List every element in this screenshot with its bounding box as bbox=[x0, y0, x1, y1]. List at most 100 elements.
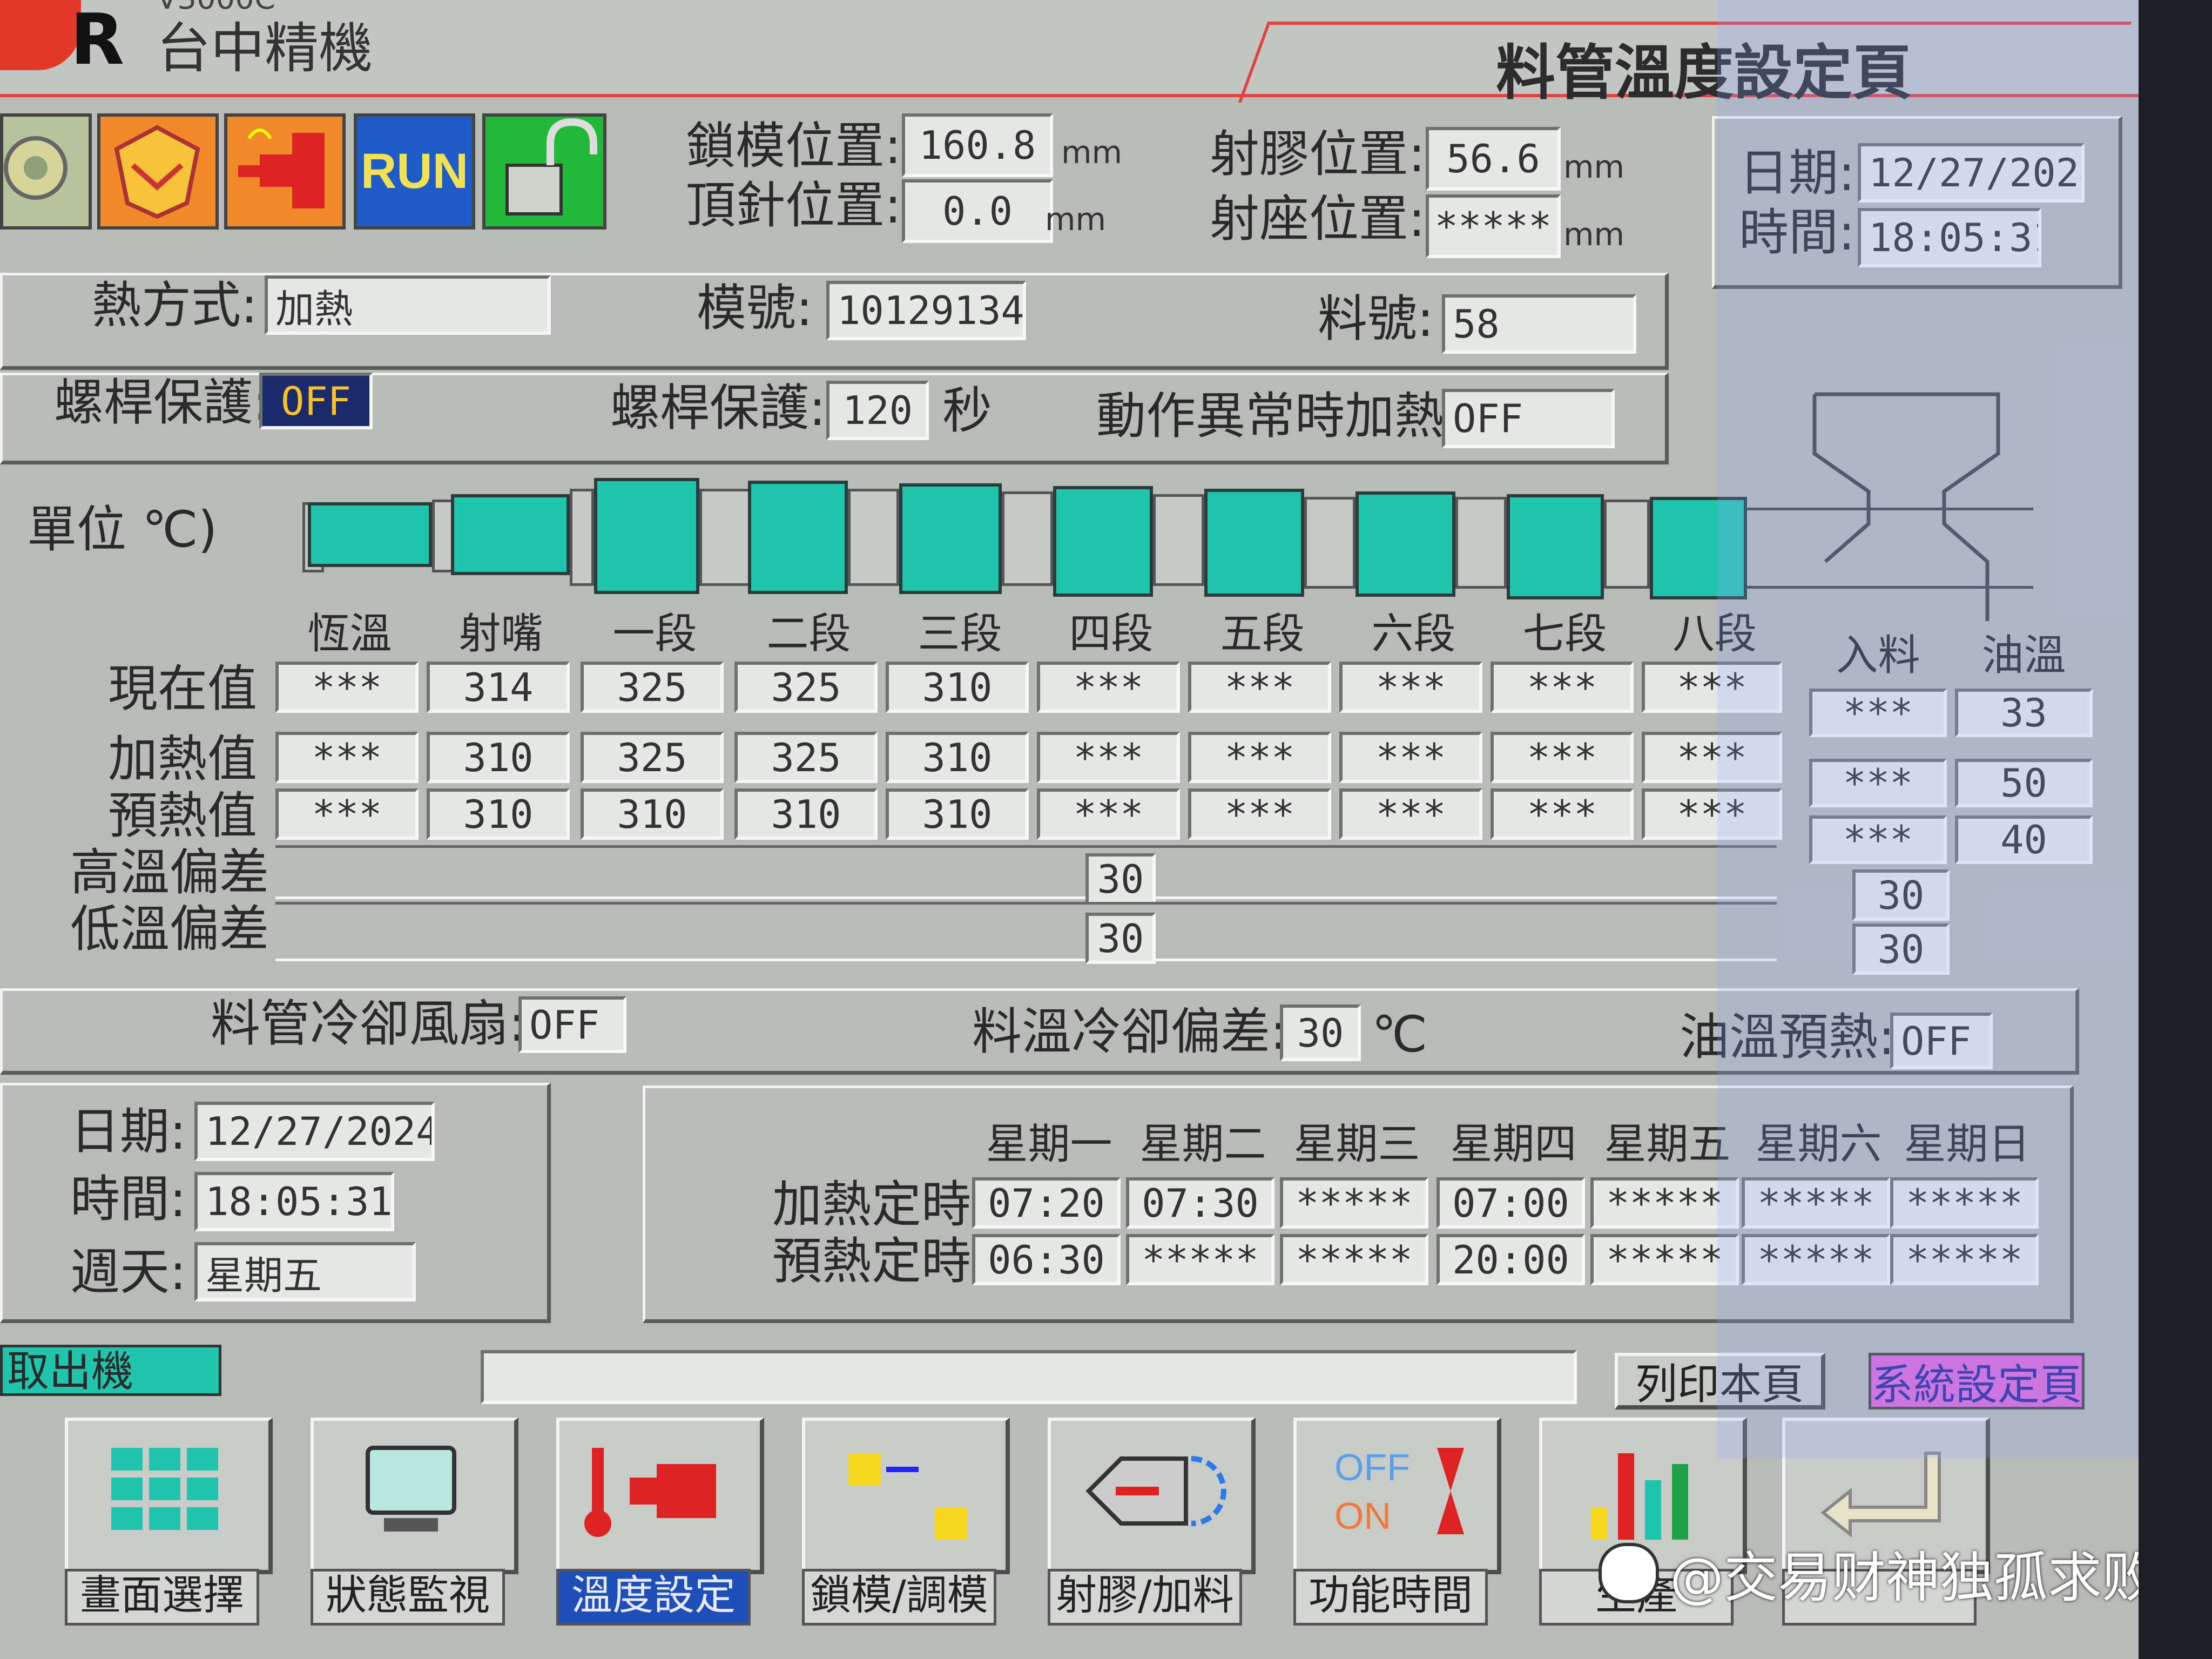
preheat-timer-cell[interactable]: ***** bbox=[1890, 1234, 2039, 1285]
timer-icon-off-text: OFF bbox=[1334, 1446, 1410, 1488]
temp-cell[interactable]: *** bbox=[1339, 732, 1482, 783]
row-label-3: 預熱值 bbox=[108, 787, 258, 845]
nav-button-6[interactable]: OFF ON bbox=[1293, 1418, 1501, 1574]
temp-cell[interactable]: *** bbox=[1037, 788, 1180, 840]
carriage-position-value: ***** bbox=[1426, 194, 1561, 258]
low-deviation-label: 低溫偏差 bbox=[70, 900, 269, 958]
extra-temp-cell[interactable]: 50 bbox=[1955, 759, 2093, 807]
preheat-timer-cell[interactable]: ***** bbox=[1126, 1234, 1274, 1285]
cooling-deviation-value[interactable]: 30 bbox=[1280, 1004, 1361, 1061]
model-prefix: V3000C bbox=[157, 0, 275, 14]
nav-button-1[interactable] bbox=[65, 1418, 273, 1574]
injection-icon bbox=[1067, 1432, 1229, 1553]
temp-cell[interactable]: *** bbox=[1491, 788, 1634, 840]
heater-zone-7 bbox=[1507, 494, 1604, 599]
nav-label-6[interactable]: 功能時間 bbox=[1293, 1569, 1488, 1626]
preheat-timer-cell[interactable]: ***** bbox=[1590, 1234, 1739, 1285]
carriage-position-unit: mm bbox=[1563, 216, 1624, 253]
heat-timer-cell[interactable]: ***** bbox=[1280, 1177, 1428, 1229]
oil-preheat-value[interactable]: OFF bbox=[1890, 1013, 1993, 1069]
high-deviation-value[interactable]: 30 bbox=[1085, 853, 1156, 905]
temp-cell[interactable]: *** bbox=[1642, 788, 1782, 840]
material-number-value[interactable]: 58 bbox=[1442, 294, 1636, 354]
system-settings-button[interactable]: 系統設定頁 bbox=[1869, 1353, 2085, 1410]
print-page-button[interactable]: 列印本頁 bbox=[1615, 1353, 1825, 1410]
nav-label-1[interactable]: 畫面選擇 bbox=[65, 1569, 259, 1626]
message-bar bbox=[481, 1350, 1577, 1404]
temp-cell[interactable]: *** bbox=[275, 732, 419, 783]
nav-button-2[interactable] bbox=[311, 1418, 518, 1574]
temp-cell[interactable]: 310 bbox=[427, 788, 570, 840]
fault-heat-value[interactable]: OFF bbox=[1442, 389, 1615, 448]
nav-button-4[interactable] bbox=[802, 1418, 1010, 1574]
extra-temp-cell[interactable]: *** bbox=[1809, 815, 1947, 864]
heat-timer-cell[interactable]: ***** bbox=[1590, 1177, 1739, 1229]
system-settings-label: 系統設定頁 bbox=[1871, 1360, 2082, 1410]
heat-shield-icon[interactable] bbox=[97, 113, 219, 230]
preheat-timer-cell[interactable]: ***** bbox=[1742, 1234, 1890, 1285]
heat-timer-cell[interactable]: 07:00 bbox=[1437, 1177, 1585, 1229]
extra-temp-cell[interactable]: 40 bbox=[1955, 815, 2093, 864]
ejector-position-label: 頂針位置: bbox=[686, 177, 901, 234]
cooling-deviation-label: 料溫冷卻偏差: bbox=[972, 1003, 1287, 1061]
screw-protect-time-value[interactable]: 120 bbox=[826, 381, 929, 440]
heat-timer-cell[interactable]: ***** bbox=[1742, 1177, 1890, 1229]
unlock-icon[interactable] bbox=[482, 113, 606, 230]
heater-zone-3 bbox=[899, 483, 1002, 594]
heat-timer-cell[interactable]: 07:20 bbox=[972, 1177, 1121, 1229]
nav-button-3[interactable] bbox=[556, 1418, 764, 1574]
mold-number-value[interactable]: 10129134 bbox=[826, 281, 1026, 340]
gear-icon[interactable] bbox=[0, 113, 92, 230]
run-icon[interactable]: RUN bbox=[354, 113, 475, 230]
temperature-unit-label: 單位 ℃) bbox=[27, 501, 218, 558]
low-deviation-value[interactable]: 30 bbox=[1085, 913, 1156, 964]
heat-timer-cell[interactable]: ***** bbox=[1890, 1177, 2039, 1229]
heater-nozzle bbox=[451, 494, 570, 575]
heat-timer-cell[interactable]: 07:30 bbox=[1126, 1177, 1274, 1229]
bottom-date-label: 日期: bbox=[70, 1103, 186, 1161]
injection-unit-icon[interactable] bbox=[224, 113, 346, 230]
temp-cell[interactable]: 325 bbox=[734, 732, 878, 783]
fan-value[interactable]: OFF bbox=[518, 996, 626, 1053]
temp-cell[interactable]: 310 bbox=[886, 788, 1029, 840]
low-deviation-extra[interactable]: 30 bbox=[1852, 923, 1950, 975]
temp-cell[interactable]: 310 bbox=[427, 732, 570, 783]
nav-label-2[interactable]: 狀態監視 bbox=[311, 1569, 505, 1626]
heater-zone-4 bbox=[1053, 486, 1153, 597]
extra-temp-cell[interactable]: *** bbox=[1809, 759, 1947, 807]
temp-cell: *** bbox=[1491, 662, 1634, 713]
temp-cell[interactable]: *** bbox=[1188, 732, 1331, 783]
top-time-value: 18:05:31 bbox=[1858, 208, 2041, 267]
temp-cell[interactable]: *** bbox=[1037, 732, 1180, 783]
temp-cell[interactable]: *** bbox=[1339, 788, 1482, 840]
temp-cell[interactable]: *** bbox=[1491, 732, 1634, 783]
temp-cell[interactable]: *** bbox=[1642, 732, 1782, 783]
nav-label-4[interactable]: 鎖模/調模 bbox=[802, 1569, 996, 1626]
screw-protect-status[interactable]: OFF bbox=[259, 373, 373, 429]
nav-button-5[interactable] bbox=[1048, 1418, 1256, 1574]
preheat-timer-cell[interactable]: 06:30 bbox=[972, 1234, 1121, 1285]
extra-zone-header-1: 入料 bbox=[1836, 631, 1920, 680]
temp-cell[interactable]: 310 bbox=[734, 788, 878, 840]
mold-icon bbox=[821, 1432, 983, 1553]
row-label-2: 加熱值 bbox=[108, 730, 258, 788]
preheat-timer-cell[interactable]: ***** bbox=[1280, 1234, 1428, 1285]
zone-header-1: 恆溫 bbox=[307, 610, 392, 658]
zone-header-8: 六段 bbox=[1371, 610, 1456, 658]
robot-indicator[interactable]: 取出機 bbox=[0, 1345, 221, 1396]
temp-cell[interactable]: *** bbox=[275, 788, 419, 840]
nav-label-5[interactable]: 射膠/加料 bbox=[1048, 1569, 1242, 1626]
nav-label-3[interactable]: 溫度設定 bbox=[556, 1569, 751, 1626]
high-deviation-label: 高溫偏差 bbox=[70, 844, 269, 901]
temp-cell[interactable]: 325 bbox=[581, 732, 724, 783]
temp-cell[interactable]: *** bbox=[1188, 788, 1331, 840]
preheat-timer-cell[interactable]: 20:00 bbox=[1437, 1234, 1585, 1285]
temp-cell[interactable]: 310 bbox=[581, 788, 724, 840]
injection-position-label: 射膠位置: bbox=[1210, 125, 1425, 183]
print-page-label: 列印本頁 bbox=[1635, 1360, 1804, 1409]
temp-cell[interactable]: 310 bbox=[886, 732, 1029, 783]
high-deviation-extra[interactable]: 30 bbox=[1852, 869, 1950, 921]
temp-cell: 310 bbox=[886, 662, 1029, 713]
heat-mode-value[interactable]: 加熱 bbox=[265, 275, 551, 335]
zone-header-9: 七段 bbox=[1522, 610, 1607, 658]
